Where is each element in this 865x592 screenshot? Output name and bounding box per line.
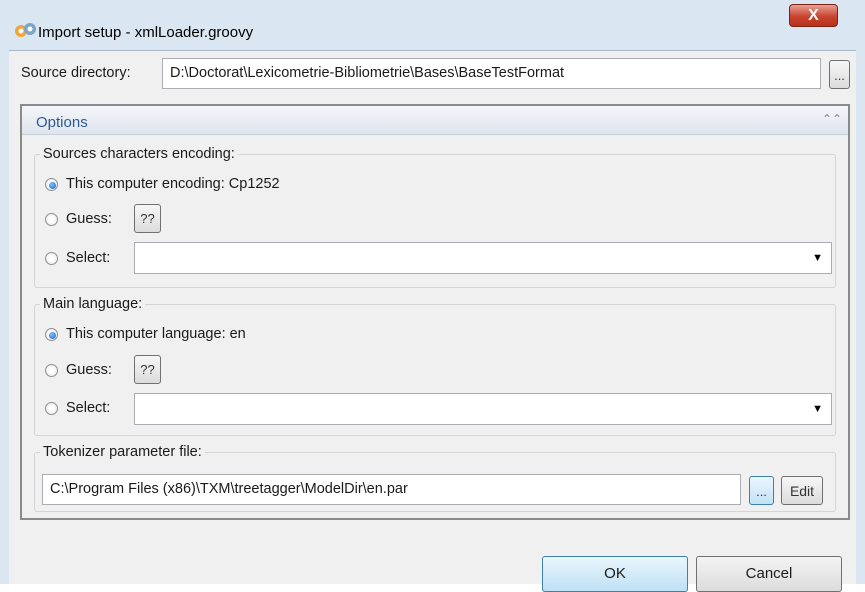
close-button[interactable]: X (789, 4, 838, 27)
source-browse-button[interactable]: ... (829, 60, 850, 89)
language-select-label[interactable]: Select: (66, 400, 110, 416)
ok-button[interactable]: OK (542, 556, 688, 592)
window-title: Import setup - xmlLoader.groovy (38, 24, 254, 41)
encoding-select-label[interactable]: Select: (66, 250, 110, 266)
language-group-title: Main language: (40, 296, 146, 312)
encoding-guess-button[interactable]: ?? (134, 204, 161, 233)
groovy-app-icon (15, 22, 37, 40)
options-title: Options (36, 114, 88, 131)
language-computer-radio[interactable] (45, 328, 58, 341)
encoding-select-dropdown[interactable]: ▼ (134, 242, 832, 274)
tokenizer-browse-button[interactable]: ... (749, 476, 774, 505)
language-guess-radio[interactable] (45, 364, 58, 377)
language-guess-label[interactable]: Guess: (66, 362, 112, 378)
encoding-guess-radio[interactable] (45, 213, 58, 226)
tokenizer-edit-button[interactable]: Edit (781, 476, 823, 505)
encoding-computer-radio[interactable] (45, 178, 58, 191)
tokenizer-file-input[interactable]: C:\Program Files (x86)\TXM\treetagger\Mo… (42, 474, 741, 505)
window-frame-left (0, 50, 9, 584)
window-frame-right (856, 50, 865, 584)
collapse-icon[interactable]: ⌃⌃ (822, 112, 842, 126)
dropdown-arrow-icon: ▼ (812, 252, 823, 264)
source-directory-input[interactable]: D:\Doctorat\Lexicometrie-Bibliometrie\Ba… (162, 58, 821, 89)
encoding-select-radio[interactable] (45, 252, 58, 265)
dropdown-arrow-icon: ▼ (812, 403, 823, 415)
encoding-computer-label[interactable]: This computer encoding: Cp1252 (66, 176, 280, 192)
language-guess-button[interactable]: ?? (134, 355, 161, 384)
options-header[interactable] (22, 106, 848, 135)
encoding-guess-label[interactable]: Guess: (66, 211, 112, 227)
cancel-button[interactable]: Cancel (696, 556, 842, 592)
encoding-group-title: Sources characters encoding: (40, 146, 238, 162)
tokenizer-group-title: Tokenizer parameter file: (40, 444, 205, 460)
language-select-radio[interactable] (45, 402, 58, 415)
language-select-dropdown[interactable]: ▼ (134, 393, 832, 425)
language-computer-label[interactable]: This computer language: en (66, 326, 246, 342)
source-directory-label: Source directory: (21, 65, 131, 81)
